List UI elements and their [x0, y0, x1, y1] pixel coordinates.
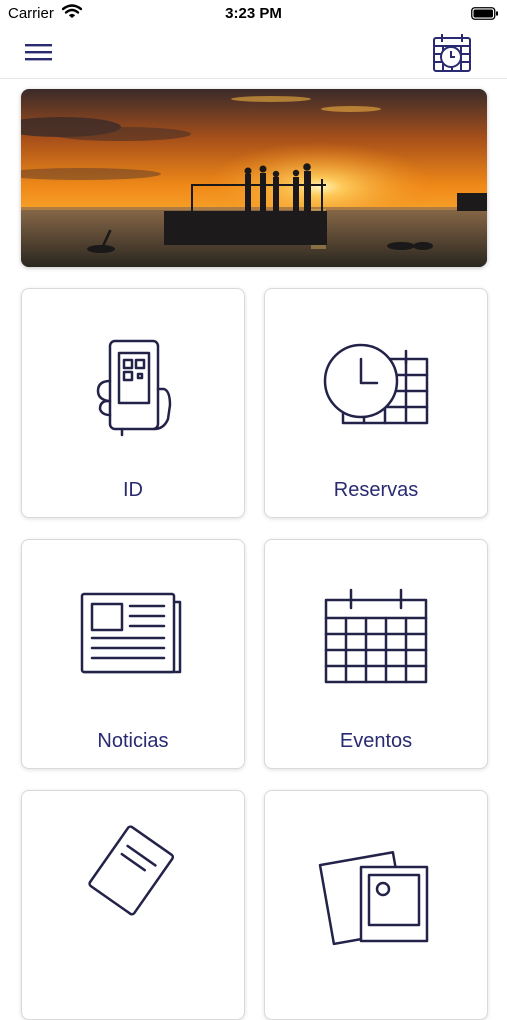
tile-label: Noticias: [97, 730, 169, 752]
sunset-pier-photo: [21, 89, 487, 267]
schedule-button[interactable]: [431, 32, 473, 74]
tile-noticias[interactable]: Noticias: [21, 539, 245, 769]
calendar-icon: [324, 588, 428, 684]
tile-id[interactable]: ID: [21, 288, 245, 518]
tile-reservas[interactable]: Reservas: [264, 288, 488, 518]
tile-label: Reservas: [333, 479, 419, 501]
hamburger-menu-icon: [25, 44, 52, 61]
calendar-clock-icon: [433, 34, 471, 72]
navigation-bar: [0, 30, 507, 79]
clock-time: 3:23 PM: [225, 5, 282, 22]
photo-gallery-icon: [318, 851, 429, 946]
tile-label: ID: [123, 479, 143, 501]
menu-button[interactable]: [24, 40, 54, 64]
ticket-icon: [88, 825, 175, 916]
battery-icon: [471, 7, 498, 20]
phone-qr-code-icon: [96, 339, 172, 437]
tile-ticket[interactable]: [21, 790, 245, 1020]
banner-image: [21, 89, 487, 267]
status-bar: Carrier 3:23 PM: [0, 0, 507, 30]
tile-eventos[interactable]: Eventos: [264, 539, 488, 769]
newspaper-icon: [80, 592, 182, 674]
tile-label: Eventos: [339, 730, 413, 752]
clock-calendar-icon: [323, 343, 429, 425]
tile-gallery[interactable]: [264, 790, 488, 1020]
